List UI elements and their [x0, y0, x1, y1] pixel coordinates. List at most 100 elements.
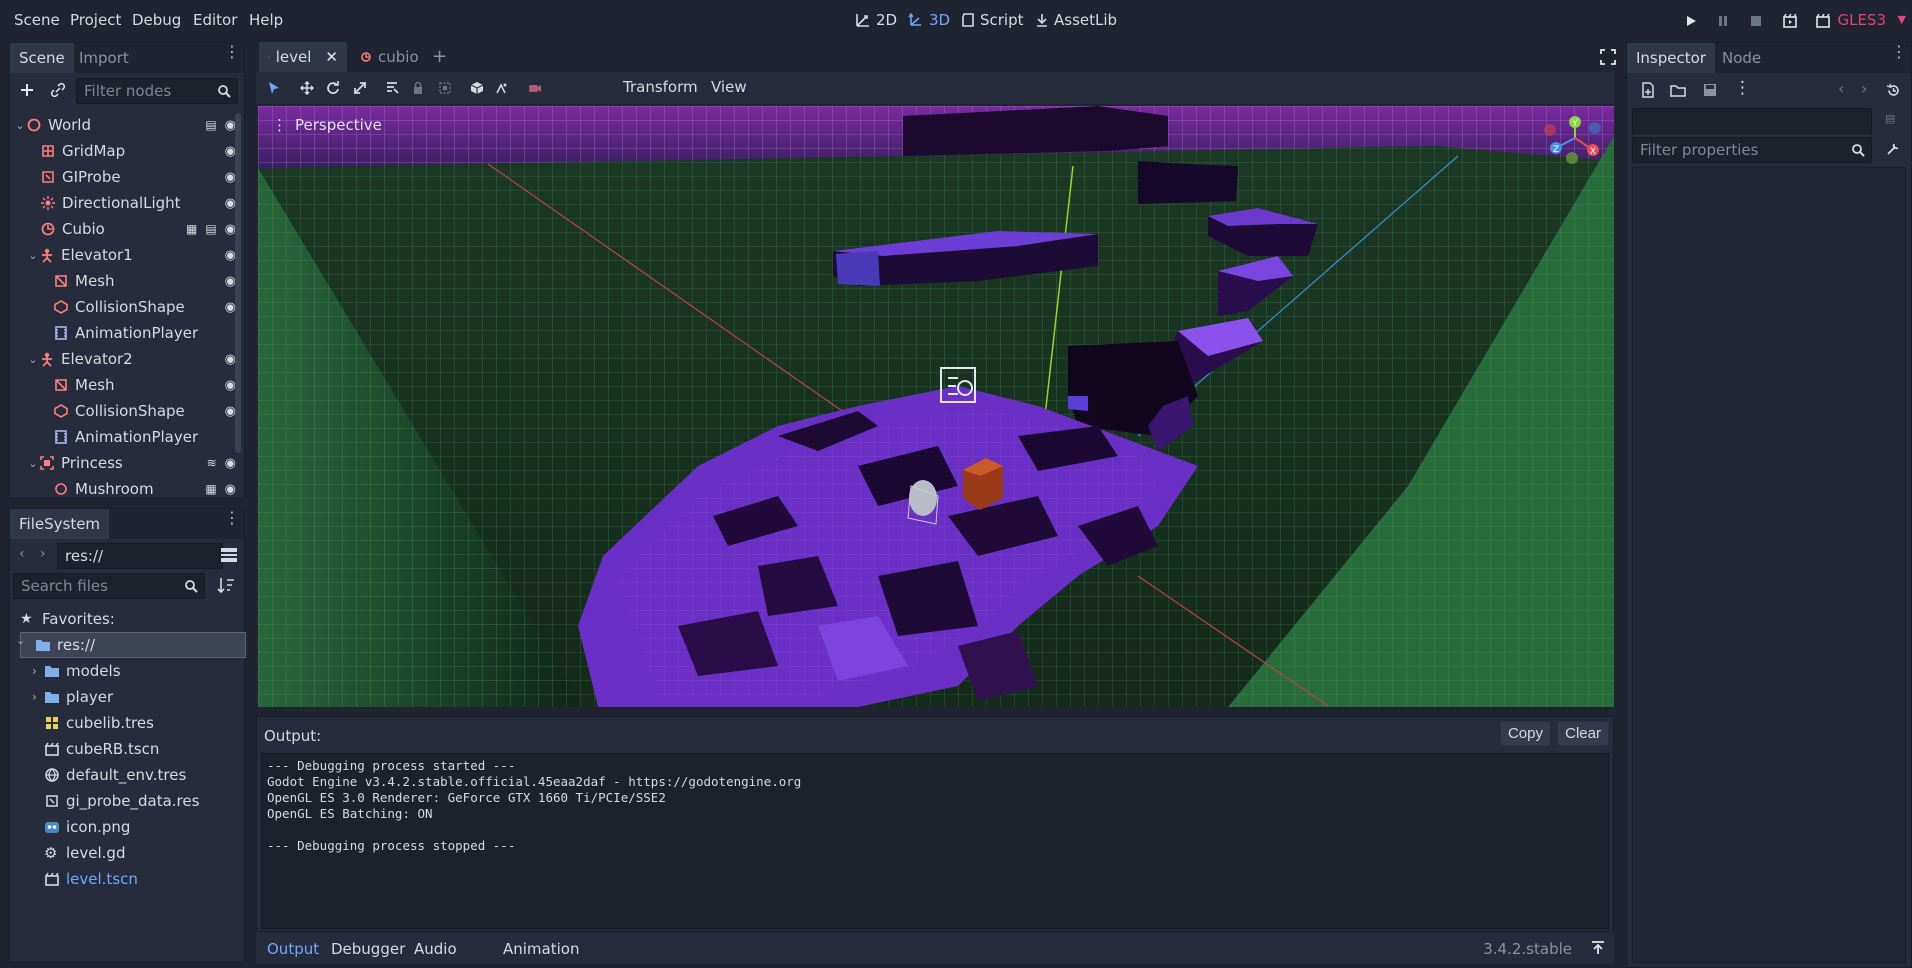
clapperboard-icon[interactable]: ▦	[205, 482, 216, 496]
script-icon[interactable]: ▤	[205, 118, 216, 132]
add-node-button[interactable]	[17, 80, 37, 100]
tree-item-collisionshape[interactable]: CollisionShape ◉	[10, 294, 242, 320]
fs-item-icon-png[interactable]: icon.png	[20, 814, 246, 840]
clapperboard-icon[interactable]: ▦	[186, 222, 197, 236]
save-icon[interactable]	[1702, 82, 1718, 98]
bottom-tab-animation[interactable]: Animation	[503, 940, 579, 958]
clear-button[interactable]: Clear	[1557, 721, 1609, 746]
fs-item-player[interactable]: › player	[20, 684, 246, 710]
rotate-tool-button[interactable]	[323, 78, 343, 98]
history-back-icon[interactable]: ‹	[1838, 79, 1844, 98]
mode-assetlib-button[interactable]: AssetLib	[1035, 11, 1117, 29]
tab-level[interactable]: level ✕	[259, 42, 347, 72]
new-resource-icon[interactable]	[1640, 82, 1656, 98]
close-icon[interactable]: ✕	[325, 48, 338, 66]
3d-viewport[interactable]: Y Z X ⋮ Perspective	[258, 106, 1614, 707]
menu-help[interactable]: Help	[249, 11, 283, 29]
nav-forward-icon[interactable]: ›	[40, 546, 46, 562]
output-log[interactable]: --- Debugging process started --- Godot …	[261, 753, 1609, 929]
tree-item-giprobe[interactable]: GIProbe ◉	[10, 164, 242, 190]
expand-panel-icon[interactable]	[1590, 940, 1606, 956]
menu-debug[interactable]: Debug	[132, 11, 181, 29]
tab-node[interactable]: Node	[1713, 43, 1770, 73]
menu-project[interactable]: Project	[70, 11, 121, 29]
kebab-menu-icon[interactable]: ⋮	[224, 510, 240, 526]
open-folder-icon[interactable]	[1670, 82, 1686, 98]
chevron-down-icon[interactable]: ⌄	[16, 634, 25, 647]
play-custom-icon[interactable]	[1815, 13, 1831, 29]
mode-script-button[interactable]: Script	[961, 11, 1024, 29]
chevron-down-icon[interactable]: ⌄	[14, 119, 26, 132]
pause-icon[interactable]	[1715, 13, 1731, 29]
doc-icon[interactable]: ▤	[1885, 112, 1895, 125]
tree-item-collisionshape[interactable]: CollisionShape ◉	[10, 398, 242, 424]
instance-child-button[interactable]	[48, 80, 68, 100]
filter-nodes-input[interactable]: Filter nodes	[76, 78, 238, 104]
tree-item-animationplayer[interactable]: AnimationPlayer	[10, 320, 242, 346]
tab-import[interactable]: Import	[70, 43, 138, 73]
move-tool-button[interactable]	[297, 78, 317, 98]
perspective-menu[interactable]: ⋮ Perspective	[272, 116, 382, 134]
list-select-button[interactable]	[382, 78, 402, 98]
tree-item-mesh[interactable]: Mesh ◉	[10, 268, 242, 294]
visibility-eye-icon[interactable]: ◉	[225, 456, 236, 471]
fs-item-gi-probe-data[interactable]: gi_probe_data.res	[20, 788, 246, 814]
play-icon[interactable]	[1683, 13, 1699, 29]
bottom-tab-audio[interactable]: Audio	[414, 940, 457, 958]
tab-cubio[interactable]: cubio	[351, 42, 428, 72]
chevron-down-icon[interactable]: ⌄	[27, 457, 39, 470]
chevron-down-icon[interactable]: ⌄	[27, 249, 39, 262]
filter-properties-input[interactable]: Filter properties	[1632, 137, 1872, 163]
chevron-right-icon[interactable]: ›	[32, 690, 44, 704]
tools-icon[interactable]	[1885, 141, 1901, 157]
nav-back-icon[interactable]: ‹	[19, 546, 25, 562]
tree-item-world[interactable]: ⌄ World ▤ ◉	[10, 112, 242, 138]
copy-button[interactable]: Copy	[1499, 721, 1551, 746]
history-forward-icon[interactable]: ›	[1861, 79, 1867, 98]
add-tab-icon[interactable]: +	[432, 46, 447, 67]
history-icon[interactable]	[1886, 83, 1901, 98]
play-scene-icon[interactable]	[1782, 13, 1798, 29]
kebab-menu-icon[interactable]: ⋮	[1734, 78, 1751, 98]
script-icon[interactable]: ▤	[205, 222, 216, 236]
tree-item-mesh[interactable]: Mesh ◉	[10, 372, 242, 398]
menu-editor[interactable]: Editor	[193, 11, 237, 29]
view-menu[interactable]: View	[711, 78, 747, 96]
snap-button[interactable]	[492, 78, 512, 98]
tree-item-elevator2[interactable]: ⌄ Elevator2 ◉	[10, 346, 242, 372]
renderer-selector[interactable]: GLES3	[1837, 11, 1886, 29]
fs-item-cuberb[interactable]: cubeRB.tscn	[20, 736, 246, 762]
scene-tree-scrollbar[interactable]	[235, 113, 241, 453]
visibility-eye-icon[interactable]: ◉	[225, 482, 236, 497]
scale-tool-button[interactable]	[350, 78, 370, 98]
select-tool-button[interactable]	[264, 78, 284, 98]
local-space-button[interactable]	[467, 78, 487, 98]
tree-item-animationplayer[interactable]: AnimationPlayer	[10, 424, 242, 450]
favorites-row[interactable]: ★ Favorites:	[20, 606, 246, 632]
fs-item-cubelib[interactable]: cubelib.tres	[20, 710, 246, 736]
signal-icon[interactable]: ≋	[207, 456, 217, 470]
chevron-down-icon[interactable]: ▼	[1898, 13, 1906, 26]
tree-item-elevator1[interactable]: ⌄ Elevator1 ◉	[10, 242, 242, 268]
fs-item-res[interactable]: res://	[20, 632, 246, 658]
stop-icon[interactable]	[1748, 13, 1764, 29]
bottom-tab-output[interactable]: Output	[267, 940, 319, 958]
tab-filesystem[interactable]: FileSystem	[10, 509, 110, 539]
fs-item-default-env[interactable]: default_env.tres	[20, 762, 246, 788]
tree-item-mushroom[interactable]: Mushroom ▦ ◉	[10, 476, 242, 498]
lock-button[interactable]	[408, 78, 428, 98]
fullscreen-icon[interactable]	[1600, 49, 1616, 65]
mode-2d-button[interactable]: 2D	[855, 11, 897, 29]
tab-scene[interactable]: Scene	[10, 43, 74, 73]
viewport-scene[interactable]: Y Z X	[258, 106, 1614, 707]
chevron-right-icon[interactable]: ›	[32, 664, 44, 678]
kebab-menu-icon[interactable]: ⋮	[224, 44, 240, 60]
bottom-tab-debugger[interactable]: Debugger	[331, 940, 405, 958]
search-files-input[interactable]: Search files	[13, 573, 205, 599]
path-field[interactable]: res://	[57, 543, 223, 569]
sort-icon[interactable]	[217, 576, 235, 594]
tree-item-cubio[interactable]: Cubio ▦ ▤ ◉	[10, 216, 242, 242]
group-button[interactable]	[435, 78, 455, 98]
tree-item-directionallight[interactable]: DirectionalLight ◉	[10, 190, 242, 216]
chevron-down-icon[interactable]: ⌄	[27, 353, 39, 366]
